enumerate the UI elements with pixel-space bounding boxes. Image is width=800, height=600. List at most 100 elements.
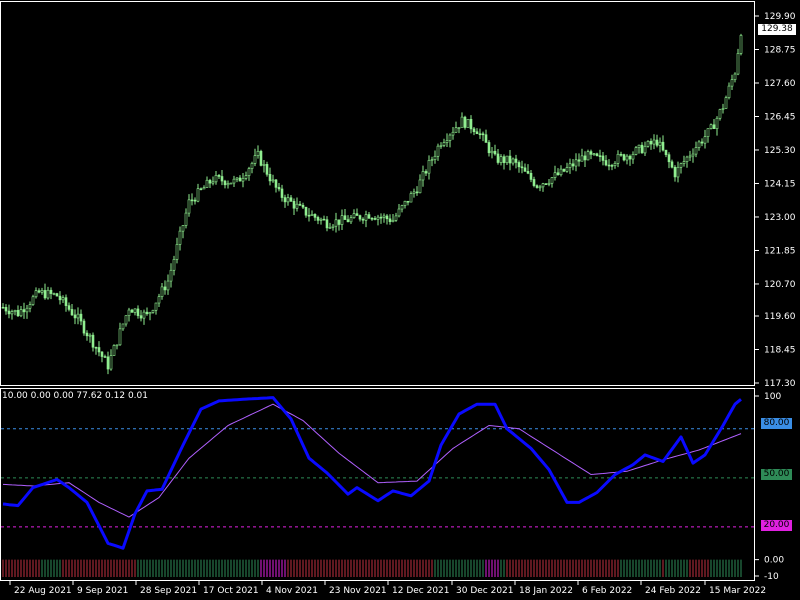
candle-body bbox=[709, 124, 713, 129]
candle-body bbox=[322, 218, 326, 221]
candle-body bbox=[385, 215, 389, 220]
candle-body bbox=[214, 175, 218, 183]
candle-body bbox=[700, 141, 704, 144]
candle-body bbox=[508, 155, 512, 164]
candle-body bbox=[301, 204, 305, 208]
time-tick-label: 4 Nov 2021 bbox=[266, 586, 318, 596]
candle-body bbox=[316, 217, 320, 221]
candle-body bbox=[598, 155, 602, 157]
candle-body bbox=[445, 140, 449, 143]
indicator-lines bbox=[2, 396, 742, 550]
candle-body bbox=[556, 172, 560, 176]
candle-body bbox=[469, 118, 473, 130]
candle-body bbox=[358, 215, 362, 220]
candle-body bbox=[34, 290, 38, 298]
candle-body bbox=[496, 153, 500, 163]
candle-body bbox=[274, 179, 278, 188]
candle-body bbox=[190, 199, 194, 202]
candle-body bbox=[70, 309, 74, 316]
candle-body bbox=[478, 133, 482, 136]
candle-body bbox=[205, 179, 209, 188]
candle-body bbox=[199, 188, 203, 190]
candle-body bbox=[511, 158, 515, 164]
candle-body bbox=[544, 183, 548, 185]
candle-body bbox=[163, 286, 167, 291]
candle-body bbox=[655, 139, 659, 146]
candle-body bbox=[325, 219, 329, 229]
candle-body bbox=[220, 176, 224, 182]
candle-body bbox=[145, 311, 149, 315]
candle-body bbox=[697, 141, 701, 148]
candle-body bbox=[364, 214, 368, 221]
candle-body bbox=[202, 187, 206, 190]
candle-body bbox=[616, 153, 620, 164]
candle-body bbox=[640, 144, 644, 154]
candle-body bbox=[586, 151, 590, 161]
candle-body bbox=[589, 151, 593, 155]
candle-body bbox=[37, 290, 41, 293]
candle-body bbox=[349, 217, 353, 223]
indicator-levels bbox=[1, 428, 754, 528]
candle-body bbox=[538, 186, 542, 189]
candle-body bbox=[280, 188, 284, 198]
candle-body bbox=[61, 297, 65, 301]
time-tick-label: 18 Jan 2022 bbox=[519, 586, 573, 596]
candle-body bbox=[484, 134, 488, 143]
candle-body bbox=[583, 155, 587, 161]
candle-body bbox=[55, 293, 59, 297]
trading-chart[interactable]: 129.90 128.75 127.60 126.45 125.30 124.15 123.… bbox=[0, 0, 800, 600]
candle-body bbox=[397, 208, 401, 217]
candle-body bbox=[142, 311, 146, 319]
candle-body bbox=[340, 215, 344, 225]
candle-body bbox=[187, 199, 191, 214]
candle-body bbox=[517, 162, 521, 168]
candle-body bbox=[409, 193, 413, 203]
candle-body bbox=[376, 216, 380, 220]
candle-body bbox=[457, 127, 461, 129]
current-price-label: 129.38 bbox=[758, 24, 796, 35]
candle-body bbox=[430, 159, 434, 161]
candle-body bbox=[643, 145, 647, 154]
candle-body bbox=[550, 177, 554, 184]
price-tick-label: 129.90 bbox=[764, 12, 796, 22]
candle-body bbox=[712, 124, 716, 130]
candle-body bbox=[1, 306, 5, 309]
price-tick-label: 125.30 bbox=[764, 146, 796, 156]
candle-body bbox=[241, 178, 245, 182]
candle-body bbox=[502, 156, 506, 164]
candle-body bbox=[139, 315, 143, 319]
candle-body bbox=[226, 183, 230, 186]
candle-body bbox=[238, 177, 242, 182]
candle-body bbox=[259, 150, 263, 166]
candle-body bbox=[646, 141, 650, 147]
candle-body bbox=[505, 155, 509, 164]
candlestick-series bbox=[1, 33, 743, 375]
candle-body bbox=[310, 214, 314, 216]
candle-body bbox=[286, 197, 290, 203]
candle-body bbox=[46, 289, 50, 299]
candle-body bbox=[553, 172, 557, 178]
candle-body bbox=[721, 108, 725, 110]
candle-body bbox=[13, 310, 17, 312]
candle-body bbox=[361, 218, 365, 221]
candle-body bbox=[412, 191, 416, 194]
candle-body bbox=[28, 304, 32, 309]
time-tick-label: 17 Oct 2021 bbox=[203, 586, 259, 596]
candle-body bbox=[475, 131, 479, 135]
candle-body bbox=[82, 320, 86, 334]
candle-body bbox=[16, 310, 20, 317]
time-tick-label: 30 Dec 2021 bbox=[456, 586, 514, 596]
price-axis: 129.90 128.75 127.60 126.45 125.30 124.15 123.… bbox=[755, 12, 796, 389]
candle-body bbox=[160, 286, 164, 297]
candle-body bbox=[442, 142, 446, 146]
candle-body bbox=[427, 160, 431, 174]
candle-body bbox=[172, 259, 176, 271]
candle-body bbox=[622, 154, 626, 161]
candle-body bbox=[541, 183, 545, 188]
candle-body bbox=[367, 214, 371, 219]
candle-body bbox=[7, 310, 11, 315]
candle-body bbox=[610, 165, 614, 167]
candle-body bbox=[415, 191, 419, 194]
time-tick-label: 6 Feb 2022 bbox=[582, 586, 632, 596]
candle-body bbox=[253, 155, 257, 164]
